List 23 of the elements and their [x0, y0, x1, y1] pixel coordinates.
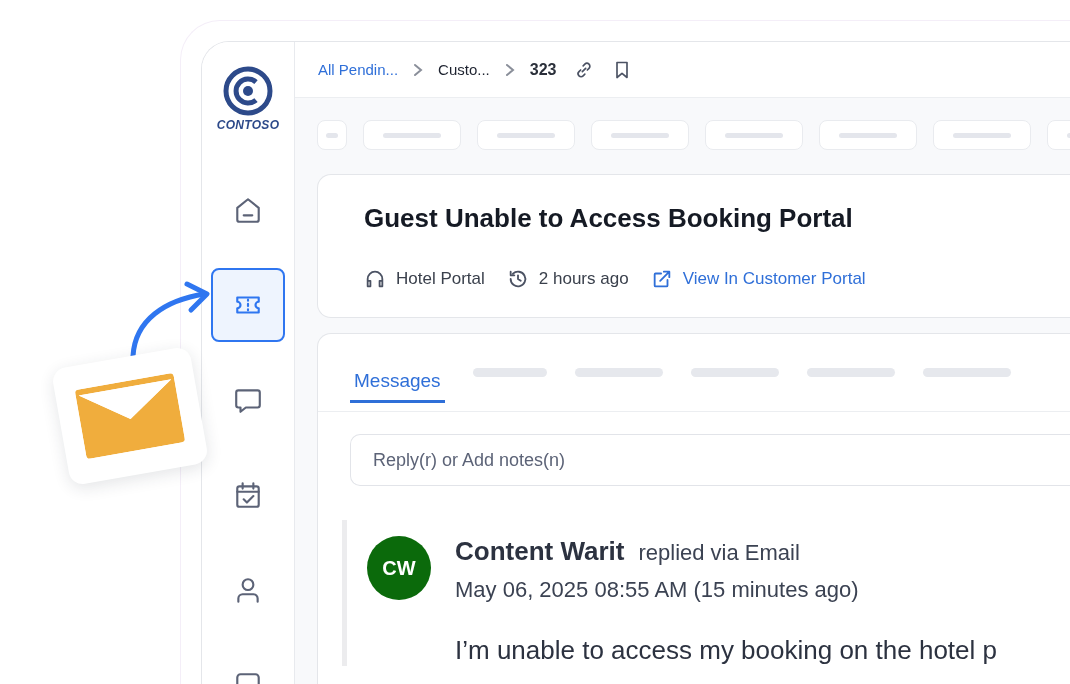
author-name: Content Warit — [455, 536, 625, 567]
reply-channel: replied via Email — [638, 540, 800, 566]
avatar: CW — [367, 536, 431, 600]
calendar-check-icon — [233, 480, 263, 510]
breadcrumb: 323 — [529, 60, 557, 79]
home-icon — [233, 195, 263, 225]
customer-portal-link[interactable]: View In Customer Portal — [682, 269, 866, 289]
chevron-right-icon — [503, 62, 516, 77]
nav-item[interactable] — [211, 268, 285, 342]
messages-tab[interactable]: Messages — [350, 350, 445, 403]
logo-text: CONTOSO — [216, 118, 280, 132]
message-text: I’m unable to access my booking on the hotel p — [455, 635, 997, 666]
logo-icon — [223, 66, 273, 116]
time-label: 2 hours ago — [538, 269, 629, 289]
ticket-title: Guest Unable to Access Booking Portal — [364, 203, 854, 234]
chevron-right-icon — [412, 62, 425, 77]
channel-label: Hotel Portal — [396, 269, 485, 289]
placeholder-pill — [317, 120, 347, 150]
reply-field[interactable]: Reply(r) or Add notes(n) — [350, 434, 1070, 486]
breadcrumb[interactable]: All Pendin... — [318, 61, 399, 78]
message-date: May 06, 2025 08:55 AM (15 minutes ago) — [455, 577, 860, 603]
breadcrumb[interactable]: Custo... — [438, 61, 490, 78]
headphones-icon — [364, 268, 386, 290]
